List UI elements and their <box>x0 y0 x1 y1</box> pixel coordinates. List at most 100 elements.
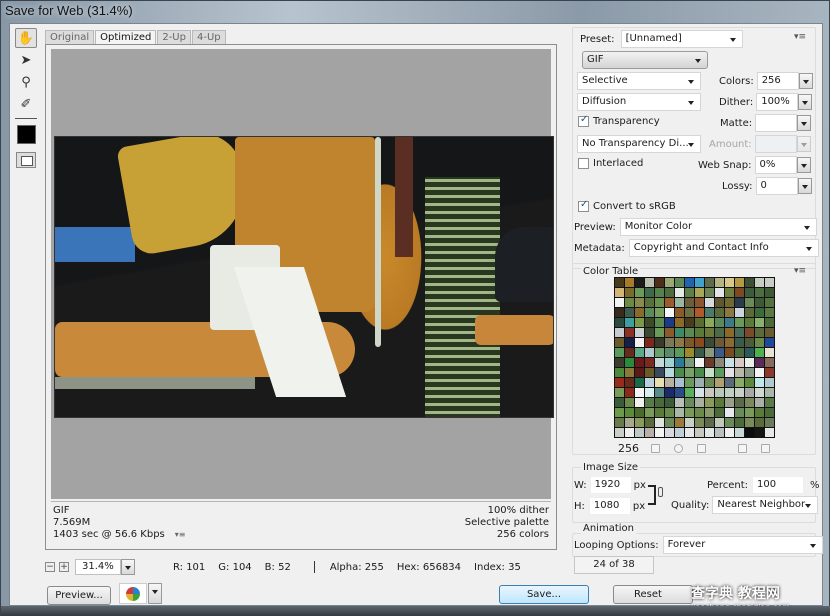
web-shift-icon[interactable] <box>674 444 683 453</box>
color-swatch[interactable] <box>765 388 774 397</box>
color-swatch[interactable] <box>615 428 624 437</box>
matte-dropdown[interactable] <box>797 115 812 131</box>
color-swatch[interactable] <box>715 348 724 357</box>
width-field[interactable]: 1920 <box>589 476 632 494</box>
looping-options-select[interactable]: Forever <box>662 536 823 554</box>
color-swatch[interactable] <box>735 418 744 427</box>
color-swatch[interactable] <box>685 408 694 417</box>
dither-algorithm-select[interactable]: Diffusion <box>577 93 701 111</box>
color-swatch[interactable] <box>745 278 754 287</box>
color-swatch[interactable] <box>625 358 634 367</box>
color-swatch[interactable] <box>675 298 684 307</box>
color-swatch[interactable] <box>675 308 684 317</box>
color-swatch[interactable] <box>735 368 744 377</box>
color-swatch[interactable] <box>655 328 664 337</box>
color-swatch[interactable] <box>635 308 644 317</box>
color-swatch[interactable] <box>675 318 684 327</box>
color-swatch[interactable] <box>715 278 724 287</box>
color-swatch[interactable] <box>745 318 754 327</box>
color-swatch[interactable] <box>765 428 774 437</box>
color-swatch[interactable] <box>765 348 774 357</box>
zoom-out-button[interactable]: − <box>45 562 55 572</box>
color-swatch[interactable] <box>685 428 694 437</box>
color-swatch[interactable] <box>655 398 664 407</box>
hand-tool-icon[interactable]: ✋ <box>15 28 37 48</box>
color-swatch[interactable] <box>705 418 714 427</box>
color-swatch[interactable] <box>725 308 734 317</box>
web-snap-field[interactable]: 0% <box>754 156 797 174</box>
color-swatch[interactable] <box>615 328 624 337</box>
color-swatch[interactable] <box>765 328 774 337</box>
color-swatch[interactable] <box>665 428 674 437</box>
color-swatch[interactable] <box>705 408 714 417</box>
color-swatch[interactable] <box>705 278 714 287</box>
color-swatch[interactable] <box>615 308 624 317</box>
transparency-checkbox[interactable] <box>578 114 589 127</box>
color-swatch[interactable] <box>725 278 734 287</box>
color-swatch[interactable] <box>655 358 664 367</box>
color-swatch[interactable] <box>635 398 644 407</box>
color-swatch[interactable] <box>715 318 724 327</box>
color-swatch[interactable] <box>705 308 714 317</box>
color-swatch[interactable] <box>635 358 644 367</box>
color-swatch[interactable] <box>735 338 744 347</box>
color-swatch[interactable] <box>735 288 744 297</box>
color-swatch[interactable] <box>615 348 624 357</box>
color-swatch[interactable] <box>695 368 704 377</box>
tab-4-up[interactable]: 4-Up <box>191 30 226 44</box>
color-swatch[interactable] <box>735 358 744 367</box>
color-swatch[interactable] <box>685 328 694 337</box>
color-swatch[interactable] <box>685 318 694 327</box>
color-swatch[interactable] <box>665 388 674 397</box>
color-swatch[interactable] <box>755 348 764 357</box>
convert-srgb-checkbox[interactable] <box>578 199 589 212</box>
color-swatch[interactable] <box>645 358 654 367</box>
color-swatch[interactable] <box>725 378 734 387</box>
color-swatch[interactable] <box>645 408 654 417</box>
color-swatch[interactable] <box>755 388 764 397</box>
color-swatch[interactable] <box>735 408 744 417</box>
color-swatch[interactable] <box>655 288 664 297</box>
color-swatch[interactable] <box>645 308 654 317</box>
dither-field[interactable]: 100% <box>756 93 799 111</box>
color-table-grid[interactable] <box>614 277 775 438</box>
color-swatch[interactable] <box>755 358 764 367</box>
link-icon[interactable] <box>658 487 663 497</box>
color-swatch[interactable] <box>755 428 764 437</box>
color-swatch[interactable] <box>615 358 624 367</box>
color-swatch[interactable] <box>705 398 714 407</box>
color-swatch[interactable] <box>625 418 634 427</box>
eyedropper-tool-icon[interactable]: ✐ <box>15 94 37 114</box>
color-swatch[interactable] <box>745 348 754 357</box>
color-swatch[interactable] <box>755 298 764 307</box>
color-swatch[interactable] <box>765 308 774 317</box>
color-swatch[interactable] <box>745 308 754 317</box>
color-swatch[interactable] <box>675 408 684 417</box>
color-swatch[interactable] <box>725 388 734 397</box>
color-swatch[interactable] <box>675 388 684 397</box>
color-swatch[interactable] <box>695 378 704 387</box>
color-swatch[interactable] <box>625 288 634 297</box>
color-swatch[interactable] <box>615 418 624 427</box>
color-swatch[interactable] <box>765 358 774 367</box>
color-swatch[interactable] <box>665 398 674 407</box>
color-swatch[interactable] <box>685 398 694 407</box>
color-swatch[interactable] <box>665 358 674 367</box>
color-swatch[interactable] <box>615 368 624 377</box>
color-swatch[interactable] <box>645 418 654 427</box>
color-swatch[interactable] <box>765 378 774 387</box>
color-swatch[interactable] <box>695 288 704 297</box>
color-swatch[interactable] <box>695 348 704 357</box>
color-swatch[interactable] <box>675 278 684 287</box>
browser-select-dropdown[interactable] <box>148 583 162 604</box>
color-swatch[interactable] <box>645 288 654 297</box>
color-swatch[interactable] <box>695 278 704 287</box>
color-swatch[interactable] <box>715 418 724 427</box>
color-swatch[interactable] <box>735 328 744 337</box>
color-swatch[interactable] <box>765 338 774 347</box>
color-swatch[interactable] <box>705 298 714 307</box>
color-swatch[interactable] <box>755 338 764 347</box>
zoom-in-button[interactable]: + <box>59 562 69 572</box>
color-swatch[interactable] <box>705 348 714 357</box>
color-swatch[interactable] <box>685 288 694 297</box>
